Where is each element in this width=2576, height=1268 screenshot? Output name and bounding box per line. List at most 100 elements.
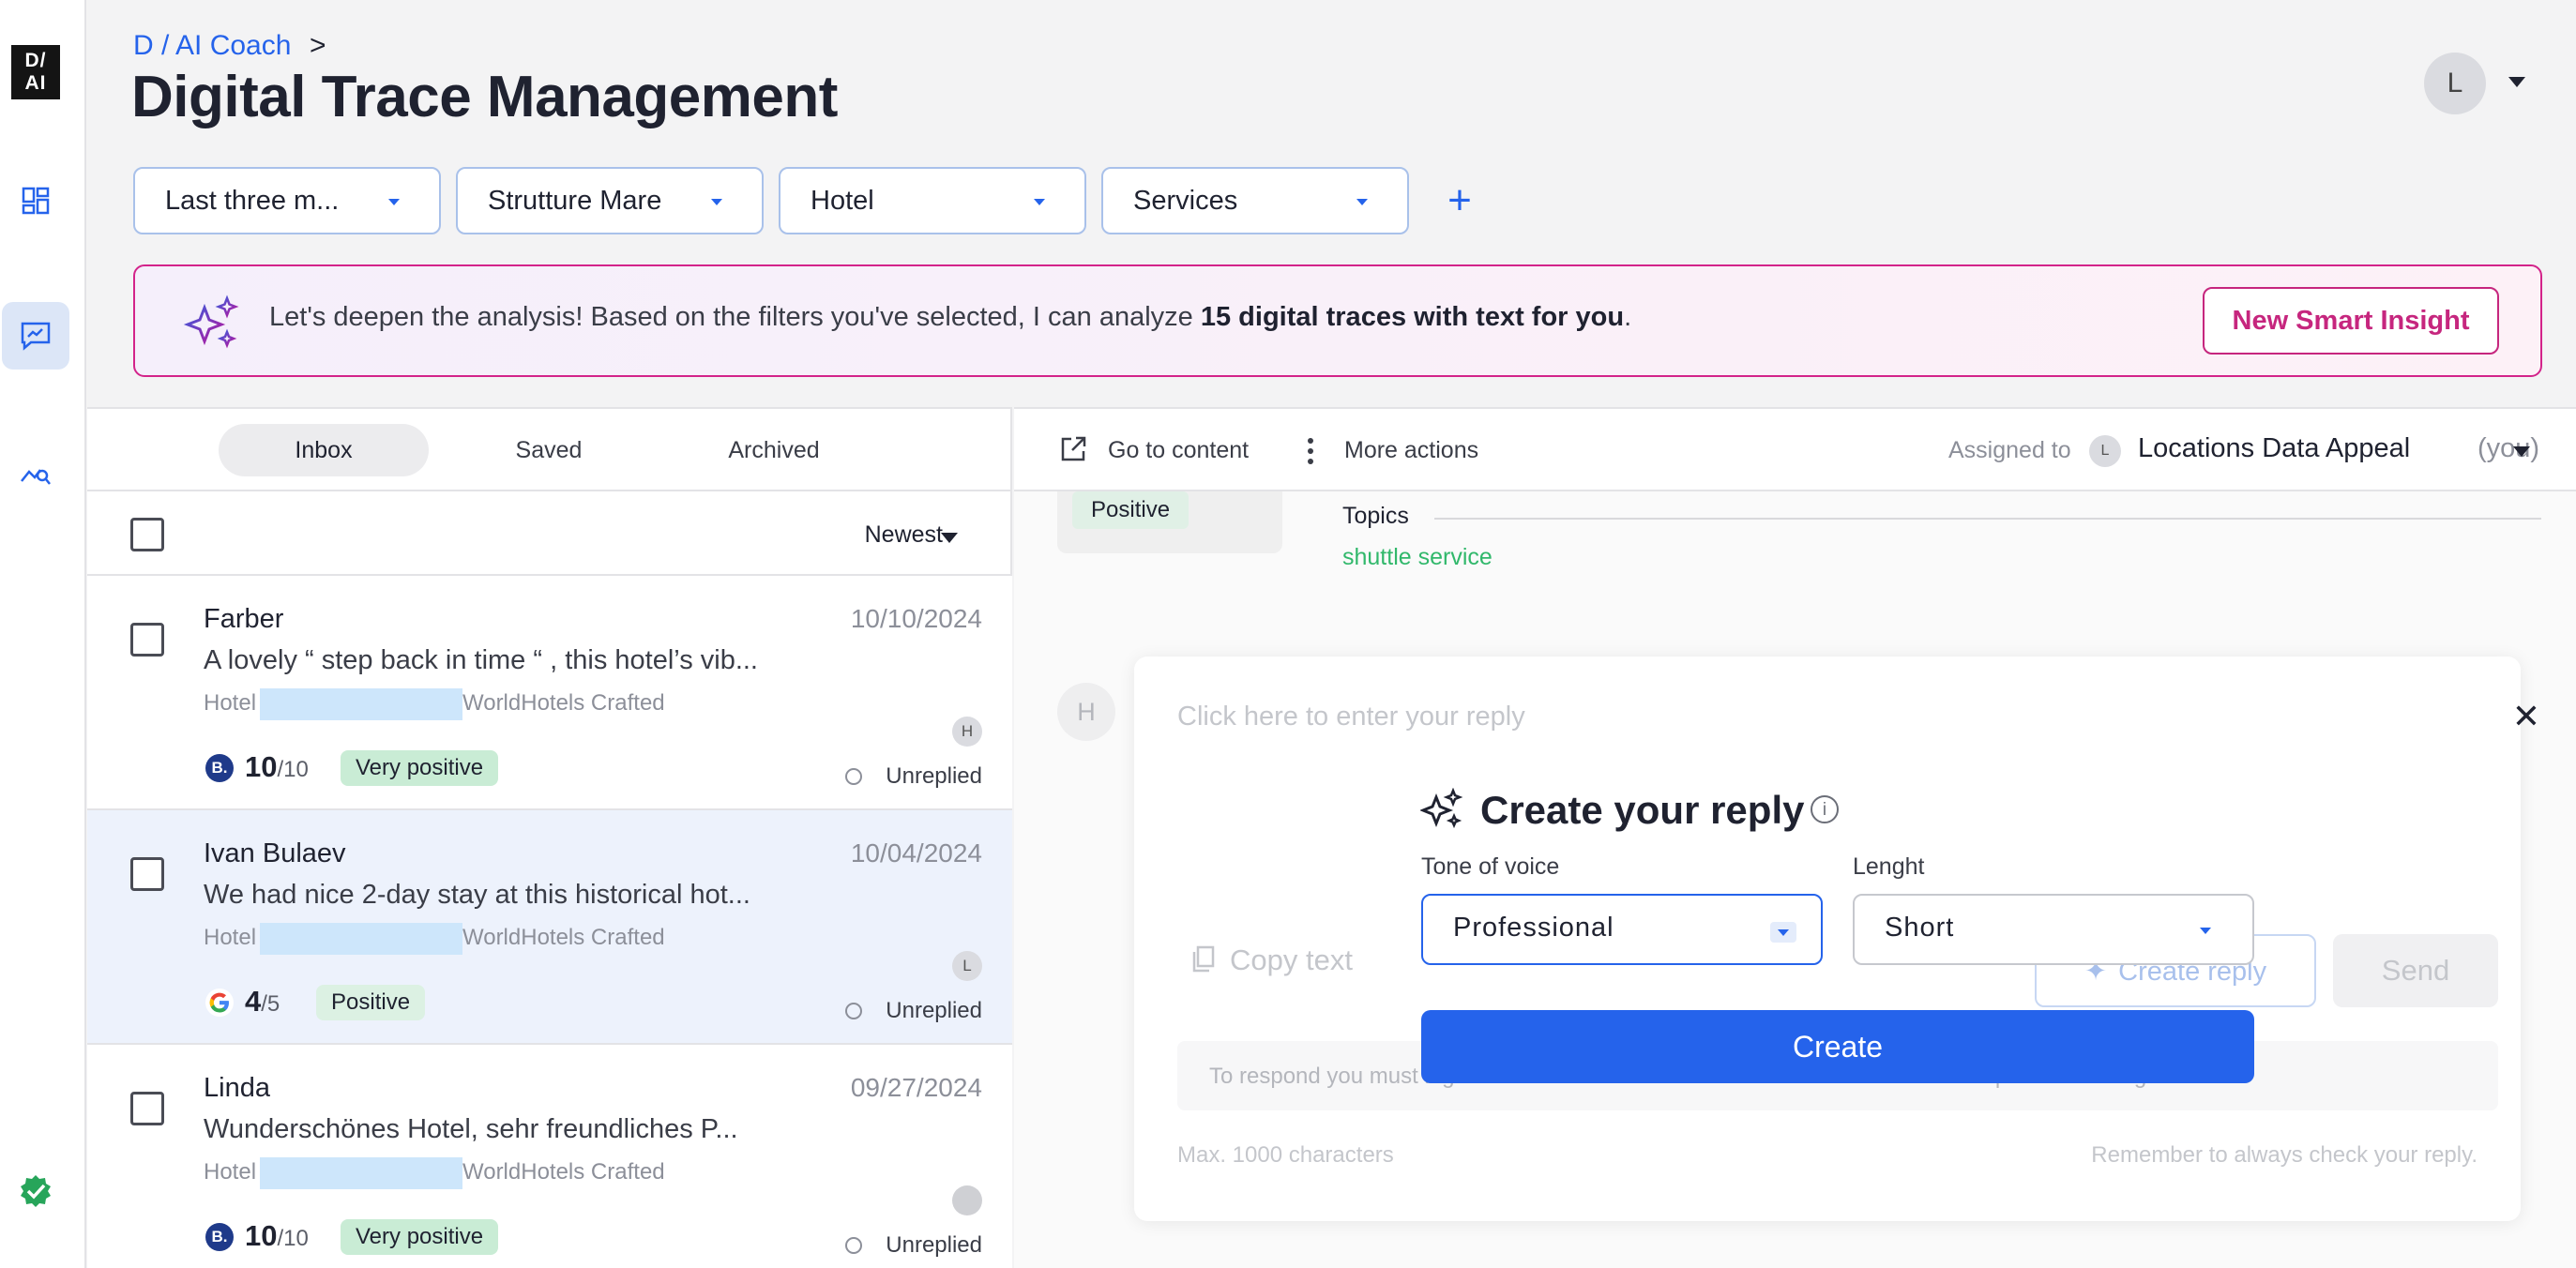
dialog-title: Create your reply [1480, 788, 1805, 832]
select-all-checkbox[interactable] [130, 518, 164, 551]
topic-tag[interactable]: shuttle service [1342, 544, 1493, 571]
banner-text-end: . [1624, 302, 1632, 332]
filter-period[interactable]: Last three m... [133, 167, 441, 234]
banner-message: Let's deepen the analysis! Based on the … [269, 302, 1631, 333]
list-toolbar: Newest [87, 491, 1012, 576]
tone-value: Professional [1453, 913, 1614, 943]
caret-down-icon [1356, 199, 1368, 205]
sort-caret-icon[interactable] [941, 533, 958, 543]
tab-saved[interactable]: Saved [444, 424, 654, 476]
tone-label: Tone of voice [1421, 853, 1560, 880]
copy-text-button[interactable]: Copy text [1190, 943, 1353, 977]
reviewer-name: Farber [204, 604, 284, 634]
assigned-to-label: Assigned to [1948, 437, 2071, 463]
score-value: 10 [245, 750, 278, 783]
item-checkbox[interactable] [130, 857, 164, 891]
reply-reminder: Remember to always check your reply. [2091, 1142, 2478, 1168]
reply-input[interactable]: Click here to enter your reply [1177, 702, 1525, 732]
score-value: 4 [245, 985, 262, 1018]
review-date: 09/27/2024 [850, 1073, 982, 1102]
user-avatar[interactable]: L [2424, 53, 2486, 114]
location-brand: WorldHotels Crafted [462, 925, 665, 950]
analytics-search-icon[interactable] [17, 454, 54, 491]
reply-status: Unreplied [886, 998, 982, 1023]
caret-down-icon [711, 199, 722, 205]
send-button[interactable]: Send [2333, 934, 2498, 1007]
inbox-tabs: Inbox Saved Archived [87, 409, 1012, 491]
filter-structures[interactable]: Strutture Mare [456, 167, 764, 234]
filter-structures-label: Strutture Mare [488, 185, 662, 216]
sentiment-badge: Positive [1072, 491, 1190, 529]
caret-down-icon [388, 199, 400, 205]
add-filter-button[interactable]: + [1439, 178, 1480, 223]
banner-count: 15 digital traces with text for you [1200, 302, 1625, 332]
review-score: 10/10 [245, 1219, 309, 1253]
caret-down-icon [2200, 928, 2211, 934]
inbox-panel: Inbox Saved Archived Newest Farber 10/10… [87, 407, 1012, 1268]
sentiment-badge: Positive [316, 985, 426, 1020]
nav-rail: D/ AI [0, 0, 86, 1268]
item-checkbox[interactable] [130, 1092, 164, 1125]
location-brand: WorldHotels Crafted [462, 1159, 665, 1185]
copy-text-label: Copy text [1230, 943, 1353, 976]
length-label: Lenght [1853, 853, 1925, 880]
list-item[interactable]: Farber 10/10/2024 A lovely “ step back i… [87, 576, 1012, 810]
max-characters: Max. 1000 characters [1177, 1142, 1394, 1168]
filter-category[interactable]: Hotel [779, 167, 1086, 234]
location-name-redacted [260, 923, 462, 955]
assignee-caret-icon[interactable] [2513, 446, 2530, 457]
tone-select[interactable]: Professional [1421, 894, 1823, 965]
detail-panel: Go to content More actions Assigned to L… [1014, 407, 2576, 1268]
reply-avatar: H [1057, 683, 1115, 741]
review-date: 10/10/2024 [850, 604, 982, 633]
length-select[interactable]: Short [1853, 894, 2254, 965]
score-scale: /10 [277, 757, 309, 782]
list-item[interactable]: Linda 09/27/2024 Wunderschönes Hotel, se… [87, 1045, 1012, 1268]
booking-source-icon: B. [205, 754, 234, 782]
reply-editor: Click here to enter your reply ✕ Copy te… [1134, 657, 2540, 1221]
list-item[interactable]: Ivan Bulaev 10/04/2024 We had nice 2-day… [87, 810, 1012, 1045]
sort-dropdown[interactable]: Newest [865, 521, 943, 549]
score-scale: /10 [277, 1226, 309, 1251]
breadcrumb[interactable]: D / AI Coach [133, 30, 291, 62]
location-brand: WorldHotels Crafted [462, 690, 665, 716]
topics-label: Topics [1342, 503, 1409, 529]
logo-line2: AI [24, 72, 47, 94]
page-title: Digital Trace Management [131, 65, 838, 129]
location-type: Hotel [204, 1159, 257, 1185]
go-to-content-button[interactable]: Go to content [1108, 437, 1249, 464]
booking-source-icon: B. [205, 1223, 234, 1251]
reviewer-name: Linda [204, 1073, 270, 1103]
info-icon[interactable]: i [1811, 795, 1839, 823]
reviewer-name: Ivan Bulaev [204, 838, 346, 868]
review-snippet: A lovely “ step back in time “ , this ho… [204, 645, 758, 675]
sparkles-icon [1418, 787, 1463, 836]
app-logo[interactable]: D/ AI [11, 45, 60, 99]
sparkles-icon [182, 294, 242, 359]
assignee-dropdown[interactable]: Locations Data Appeal [2138, 433, 2410, 464]
tab-archived[interactable]: Archived [669, 424, 879, 476]
more-actions-button[interactable]: More actions [1344, 437, 1478, 464]
create-button[interactable]: Create [1421, 1010, 2254, 1083]
new-smart-insight-button[interactable]: New Smart Insight [2203, 287, 2499, 355]
filter-topic[interactable]: Services [1101, 167, 1409, 234]
google-source-icon [205, 989, 234, 1017]
review-snippet: Wunderschönes Hotel, sehr freundliches P… [204, 1114, 738, 1144]
reply-status: Unreplied [886, 763, 982, 789]
close-icon[interactable]: ✕ [2508, 698, 2545, 735]
external-link-icon[interactable] [1059, 435, 1087, 468]
copy-icon [1192, 945, 1215, 973]
tab-inbox[interactable]: Inbox [219, 424, 429, 476]
topics-divider [1434, 518, 2541, 520]
user-menu-caret-icon[interactable] [2508, 77, 2525, 87]
score-value: 10 [245, 1219, 278, 1252]
caret-down-icon [1034, 199, 1045, 205]
breadcrumb-chevron-icon: > [310, 30, 326, 61]
reply-status: Unreplied [886, 1232, 982, 1258]
review-score: 4/5 [245, 985, 280, 1019]
dashboard-icon[interactable] [17, 182, 54, 219]
caret-down-icon [1770, 922, 1796, 943]
item-checkbox[interactable] [130, 623, 164, 657]
reviews-icon[interactable] [2, 302, 69, 370]
kebab-menu-icon[interactable] [1307, 437, 1314, 470]
